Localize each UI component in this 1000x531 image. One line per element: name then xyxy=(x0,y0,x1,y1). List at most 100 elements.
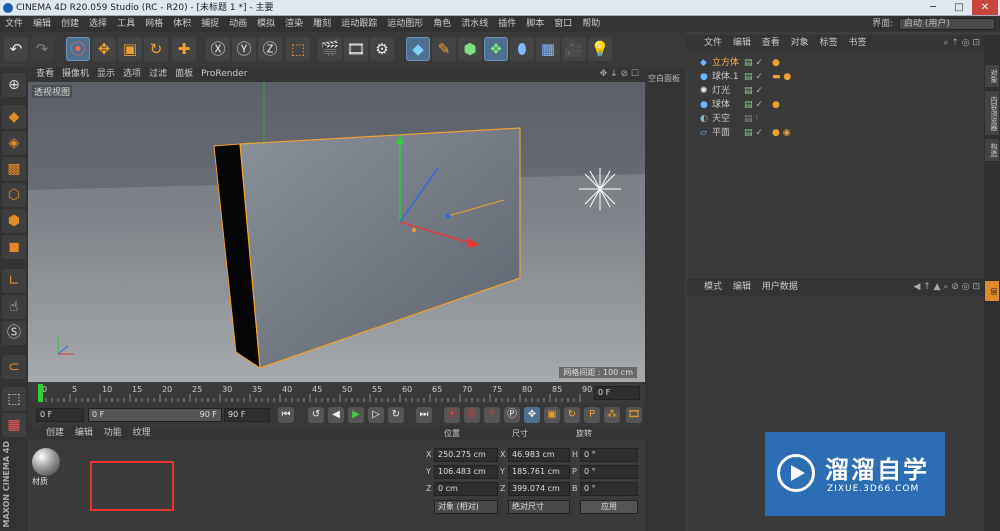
key-pla-icon[interactable]: ⁂ xyxy=(604,407,620,423)
film-icon[interactable]: 🎞 xyxy=(626,407,642,423)
coordinate-system-icon[interactable]: ⬚ xyxy=(286,37,310,61)
empty-panel-label[interactable]: 空白面板 xyxy=(648,73,680,84)
model-mode-icon[interactable]: ◆ xyxy=(2,105,26,129)
material-swatch[interactable]: 材质 xyxy=(32,448,62,490)
menu-snap[interactable]: 捕捉 xyxy=(196,16,224,32)
workplane-lock-icon[interactable]: ⬚ xyxy=(2,387,26,411)
viewport-menu-view[interactable]: 查看 xyxy=(36,69,54,79)
rot-p-field[interactable]: 0 ° xyxy=(580,465,638,479)
viewport-menu-prorender[interactable]: ProRender xyxy=(201,69,247,79)
obj-menu-edit[interactable]: 编辑 xyxy=(733,38,751,48)
subdivision-icon[interactable]: ⬢ xyxy=(458,37,482,61)
pos-z-field[interactable]: 0 cm xyxy=(434,482,498,496)
keyframe-selection-icon[interactable]: ? xyxy=(484,407,500,423)
light-object-icon[interactable] xyxy=(579,168,621,210)
menu-animate[interactable]: 动画 xyxy=(224,16,252,32)
object-row[interactable]: ◆ 立方体 ▤ ✓ ● xyxy=(686,56,984,70)
visibility-check-icon[interactable]: ▤ ✓ xyxy=(744,70,763,84)
material-menu-texture[interactable]: 纹理 xyxy=(133,428,151,438)
obj-menu-view[interactable]: 查看 xyxy=(762,38,780,48)
playhead-marker[interactable] xyxy=(38,384,43,402)
tab-layers[interactable]: 层 xyxy=(985,281,999,301)
object-row[interactable]: ✺ 灯光 ▤ ✓ xyxy=(686,84,984,98)
obj-menu-file[interactable]: 文件 xyxy=(704,38,722,48)
close-button[interactable]: ✕ xyxy=(972,0,998,15)
rot-b-field[interactable]: 0 ° xyxy=(580,482,638,496)
next-frame-icon[interactable]: ▷ xyxy=(368,407,384,423)
attr-menu-edit[interactable]: 编辑 xyxy=(733,282,751,292)
viewport-menu-display[interactable]: 显示 xyxy=(97,69,115,79)
array-icon[interactable]: ❖ xyxy=(484,37,508,61)
perspective-viewport[interactable]: 透视视图 网格间距 : 100 cm xyxy=(28,82,645,382)
polygons-mode-icon[interactable]: ◼ xyxy=(2,235,26,259)
scale-tool-icon[interactable]: ▣ xyxy=(118,37,142,61)
tab-objects[interactable]: 对象 xyxy=(985,65,999,87)
live-selection-icon[interactable]: ⦿ xyxy=(66,37,90,61)
tag-icon[interactable]: ▬ ● xyxy=(772,70,791,84)
menu-character[interactable]: 角色 xyxy=(428,16,456,32)
menu-motion-tracking[interactable]: 运动跟踪 xyxy=(336,16,382,32)
visibility-check-icon[interactable]: ▤ ✓ xyxy=(744,98,763,112)
menu-window[interactable]: 窗口 xyxy=(549,16,577,32)
floor-icon[interactable]: ▦ xyxy=(536,37,560,61)
visibility-check-icon[interactable]: ▤ ✓ xyxy=(744,84,763,98)
attr-menu-userdata[interactable]: 用户数据 xyxy=(762,282,798,292)
goto-end-icon[interactable]: ⏭ xyxy=(416,407,432,423)
size-z-field[interactable]: 399.074 cm xyxy=(508,482,570,496)
obj-menu-objects[interactable]: 对象 xyxy=(791,38,809,48)
maximize-button[interactable]: □ xyxy=(946,0,972,15)
material-menu-function[interactable]: 功能 xyxy=(104,428,122,438)
texture-mode-icon[interactable]: ◈ xyxy=(2,131,26,155)
y-axis-icon[interactable]: Ⓨ xyxy=(232,37,256,61)
search-icon[interactable]: ⌕ ⇡ ◎ ⊡ xyxy=(943,35,980,52)
rotate-tool-icon[interactable]: ↻ xyxy=(144,37,168,61)
tag-icon[interactable]: ● xyxy=(772,98,780,112)
key-rotation-icon[interactable]: ↻ xyxy=(564,407,580,423)
menu-tools[interactable]: 工具 xyxy=(112,16,140,32)
object-row[interactable]: ● 球体 ▤ ✓ ● xyxy=(686,98,984,112)
attr-nav-icon[interactable]: ◀ ↑ ▲ ⌕ ⊘ ◎ ⊡ xyxy=(913,278,980,296)
menu-simulate[interactable]: 模拟 xyxy=(252,16,280,32)
visibility-check-icon[interactable]: ▤ ✓ xyxy=(744,56,763,70)
prev-key-icon[interactable]: ↺ xyxy=(308,407,324,423)
key-parameter-icon[interactable]: P xyxy=(584,407,600,423)
axis-icon[interactable]: ∟ xyxy=(2,269,26,293)
render-view-icon[interactable]: 🎬 xyxy=(318,37,342,61)
attr-menu-mode[interactable]: 模式 xyxy=(704,282,722,292)
prev-frame-icon[interactable]: ◀ xyxy=(328,407,344,423)
coordinate-mode-dropdown[interactable]: 对象 (相对) xyxy=(434,500,498,514)
minimize-button[interactable]: ─ xyxy=(920,0,946,15)
make-editable-icon[interactable]: ⊕ xyxy=(2,73,26,97)
material-menu-create[interactable]: 创建 xyxy=(46,428,64,438)
current-frame-field[interactable]: 0 F xyxy=(594,386,640,400)
visibility-toggle-icon[interactable]: ▤ ⁝ xyxy=(744,112,758,126)
viewport-nav-icon[interactable]: ✥ ↓ ⊘ ☐ xyxy=(600,67,639,82)
pen-spline-icon[interactable]: ✎ xyxy=(432,37,456,61)
object-row[interactable]: ▱ 平面 ▤ ✓ ● ◉ xyxy=(686,126,984,140)
key-scale-icon[interactable]: ▣ xyxy=(544,407,560,423)
auto-key-icon[interactable]: ⓪ xyxy=(464,407,480,423)
tweak-icon[interactable]: ☝ xyxy=(2,295,26,319)
snap-icon[interactable]: ⊂ xyxy=(2,355,26,379)
timeline-ruler[interactable]: 0 5 10 15 20 25 30 35 40 45 50 55 60 65 70 75 80 85 90 0 F xyxy=(28,382,645,404)
render-settings-icon[interactable]: ⚙ xyxy=(370,37,394,61)
rot-h-field[interactable]: 0 ° xyxy=(580,448,638,462)
pos-y-field[interactable]: 106.483 cm xyxy=(434,465,498,479)
z-axis-icon[interactable]: Ⓩ xyxy=(258,37,282,61)
size-y-field[interactable]: 185.761 cm xyxy=(508,465,570,479)
redo-icon[interactable]: ↷ xyxy=(30,37,54,61)
parameter-key-icon[interactable]: Ⓟ xyxy=(504,407,520,423)
menu-script[interactable]: 脚本 xyxy=(521,16,549,32)
interface-dropdown[interactable]: 启动 (用户) xyxy=(899,17,995,30)
x-axis-icon[interactable]: Ⓧ xyxy=(206,37,230,61)
object-row[interactable]: ◐ 天空 ▤ ⁝ xyxy=(686,112,984,126)
key-position-icon[interactable]: ✥ xyxy=(524,407,540,423)
edges-mode-icon[interactable]: ⬢ xyxy=(2,209,26,233)
menu-file[interactable]: 文件 xyxy=(0,16,28,32)
viewport-menu-camera[interactable]: 摄像机 xyxy=(62,69,89,79)
next-key-icon[interactable]: ↻ xyxy=(388,407,404,423)
recent-tool-icon[interactable]: ✚ xyxy=(172,37,196,61)
viewport-menu-filter[interactable]: 过滤 xyxy=(149,69,167,79)
render-picture-viewer-icon[interactable]: 🎞 xyxy=(344,37,368,61)
record-icon[interactable]: ⦿ xyxy=(444,407,460,423)
